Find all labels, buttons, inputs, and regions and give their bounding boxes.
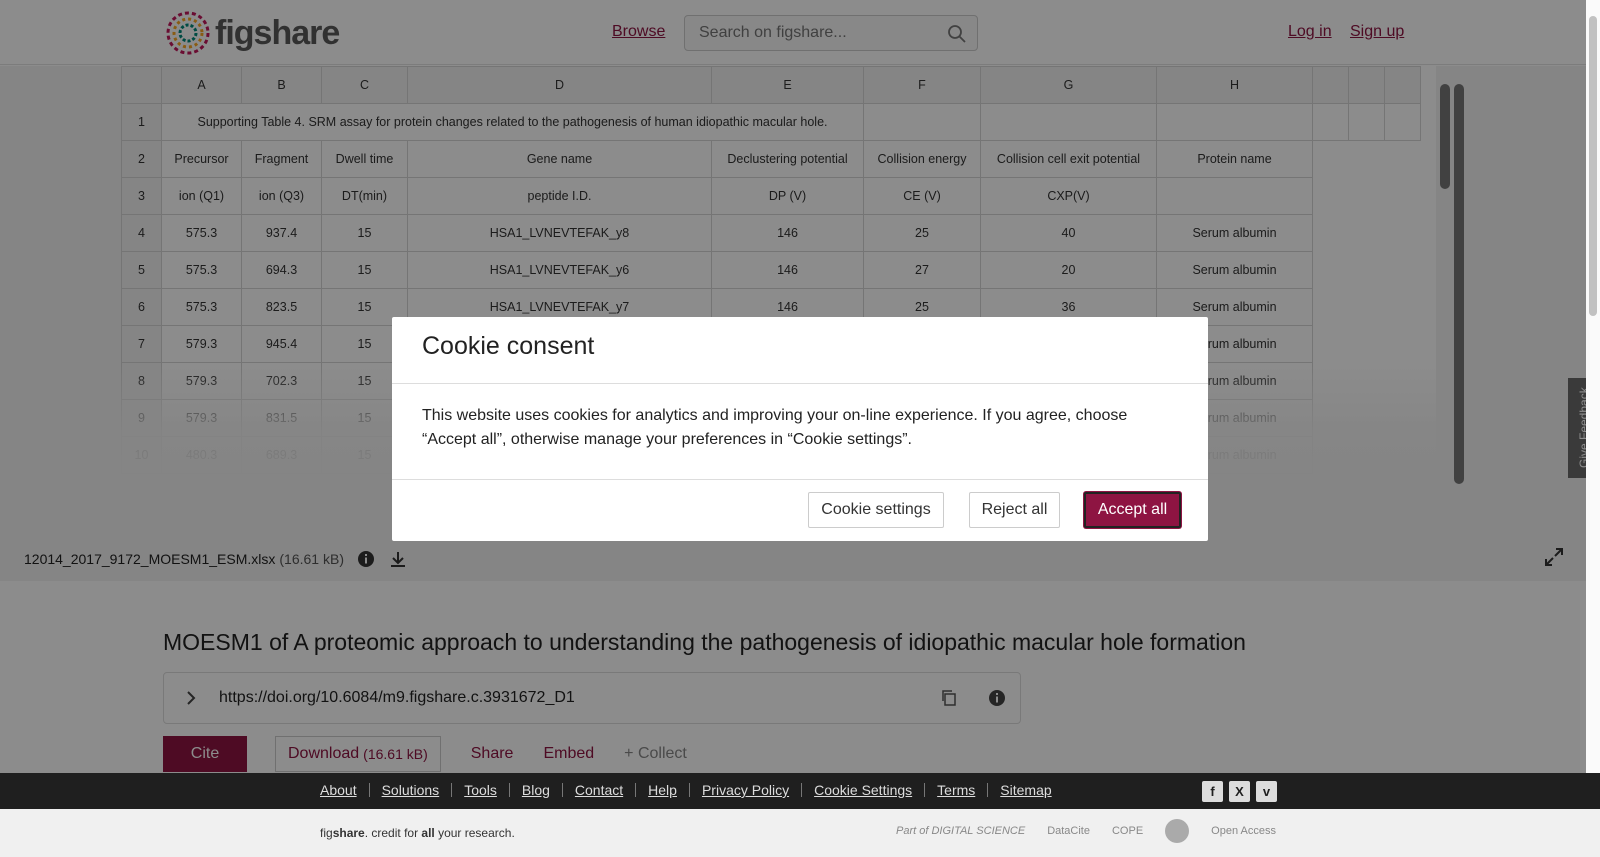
reject-all-button[interactable]: Reject all [969,492,1060,528]
social-links: f X v [1202,781,1277,802]
open-access-logo[interactable]: Open Access [1211,825,1276,837]
footer-link[interactable]: Tools [451,783,509,797]
partner-logos: Part of DIGITAL SCIENCE DataCite COPE Op… [896,819,1276,843]
facebook-icon[interactable]: f [1202,781,1223,802]
dialog-footer: Cookie settings Reject all Accept all [392,480,1208,541]
footer-link[interactable]: Help [635,783,689,797]
footer-tagline: figshare. credit for all your research. [320,826,515,840]
footer-bottom: figshare. credit for all your research. … [0,809,1600,857]
footer-link[interactable]: Solutions [368,783,452,797]
footer-link[interactable]: Blog [508,783,562,797]
tagline-post: your research. [434,826,515,840]
cookie-settings-button[interactable]: Cookie settings [808,492,944,528]
accept-all-button[interactable]: Accept all [1084,492,1181,528]
tagline-fig: fig [320,826,333,840]
footer-links: About Solutions Tools Blog Contact Help Privac… [320,783,1064,797]
footer-link[interactable]: Sitemap [987,783,1063,797]
dialog-header: Cookie consent [392,317,1208,384]
tagline-share: share [332,826,365,840]
footer-link[interactable]: Cookie Settings [801,783,924,797]
footer-link[interactable]: About [320,783,369,797]
cope-logo[interactable]: COPE [1112,825,1143,837]
certification-badge-icon [1165,819,1190,843]
footer-nav: About Solutions Tools Blog Contact Help Privac… [0,773,1600,809]
footer-link[interactable]: Contact [561,783,635,797]
dialog-title: Cookie consent [422,332,595,360]
footer-link[interactable]: Privacy Policy [688,783,801,797]
tagline-all: all [421,826,435,840]
tagline-mid: . credit for [364,826,422,840]
cookie-consent-dialog: Cookie consent This website uses cookies… [392,317,1208,541]
digital-science-logo[interactable]: Part of DIGITAL SCIENCE [896,825,1025,837]
page-scrollbar[interactable] [1586,0,1600,773]
x-icon[interactable]: X [1229,781,1250,802]
footer-link[interactable]: Terms [924,783,987,797]
vimeo-icon[interactable]: v [1256,781,1277,802]
page-scroll-thumb[interactable] [1589,16,1597,316]
dialog-body: This website uses cookies for analytics … [392,384,1208,480]
datacite-logo[interactable]: DataCite [1047,825,1090,837]
